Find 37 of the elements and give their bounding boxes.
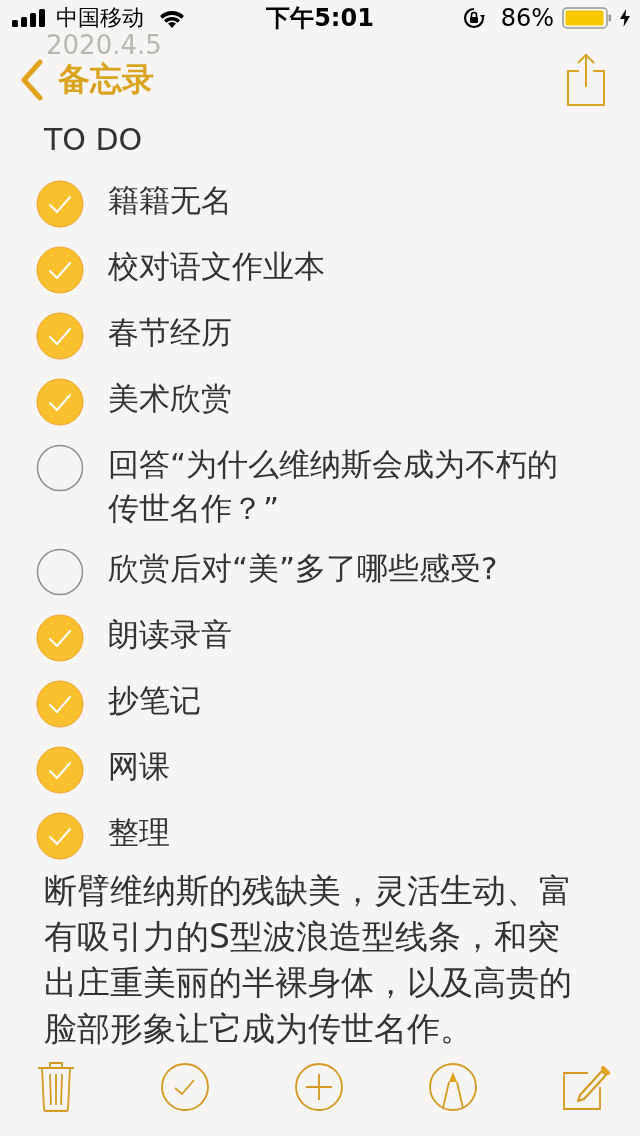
chevron-icon — [20, 58, 44, 101]
checked-circle[interactable] — [36, 746, 84, 794]
trash-icon[interactable] — [36, 1061, 76, 1113]
back-button[interactable]: 备忘录 — [20, 57, 154, 102]
checklist-item-text: 春节经历 — [108, 313, 233, 352]
checklist-item-text: 整理 — [108, 813, 171, 852]
signal-icon — [12, 8, 48, 27]
checked-circle[interactable] — [36, 614, 84, 662]
share-icon[interactable] — [566, 52, 606, 107]
checked-circle[interactable] — [36, 378, 84, 426]
pen-tip-icon[interactable] — [428, 1062, 478, 1112]
checklist-item-text: 籍籍无名 — [108, 181, 233, 220]
add-icon[interactable] — [294, 1062, 344, 1112]
checklist-item-text: 抄笔记 — [108, 681, 202, 720]
battery-icon — [562, 6, 612, 29]
carrier-name: 中国移动 — [56, 3, 144, 32]
unchecked-circle[interactable] — [36, 548, 84, 596]
compose-icon[interactable] — [562, 1063, 610, 1111]
checked-circle[interactable] — [36, 246, 84, 294]
status-time: 下午5:01 — [266, 2, 374, 34]
note-date: 2020.4.5 — [46, 30, 162, 60]
list-heading: TO DO — [43, 121, 144, 159]
checklist-item-text: 美术欣赏 — [108, 379, 233, 418]
battery-percent: 86% — [500, 3, 554, 32]
checklist-item-text: 朗读录音 — [108, 615, 233, 654]
checklist-item-text: 网课 — [108, 747, 171, 786]
rotation-lock-icon — [462, 6, 485, 29]
checked-circle[interactable] — [36, 312, 84, 360]
checked-circle[interactable] — [36, 680, 84, 728]
checklist-item-text: 校对语文作业本 — [108, 247, 326, 286]
checked-circle[interactable] — [36, 812, 84, 860]
unchecked-circle[interactable] — [36, 444, 84, 492]
checklist-item-text: 欣赏后对“美”多了哪些感受? — [108, 549, 499, 588]
checked-circle[interactable] — [36, 180, 84, 228]
checklist-item-text: 回答“为什么维纳斯会成为不朽的传世名作？” — [108, 445, 560, 528]
checklist-icon[interactable] — [160, 1062, 210, 1112]
note-paragraph: 断臂维纳斯的残缺美，灵活生动、富有吸引力的S型波浪造型线条，和突出庄重美丽的半裸身体，以及高贵的脸部形象让它成为传世名作。 — [43, 870, 573, 1050]
